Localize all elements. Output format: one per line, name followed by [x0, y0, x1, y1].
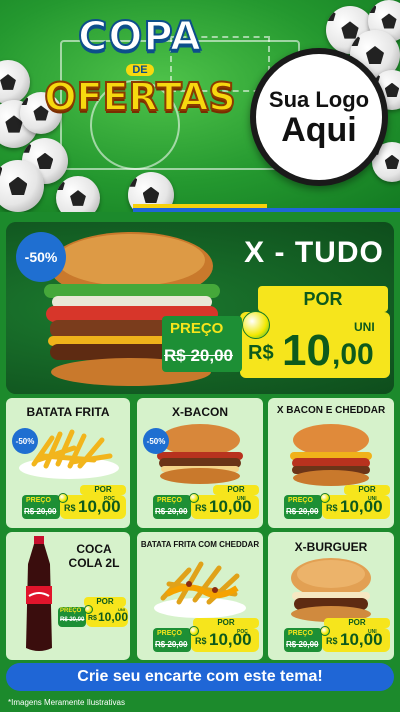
product-name: X-BACON [172, 405, 228, 419]
soccer-ball-icon [58, 493, 68, 503]
unit-label: POÇ [237, 629, 248, 635]
product-card[interactable]: X-BACON -50% POR PREÇO R$ 20,00 R$ 10,00… [137, 398, 263, 528]
preco-label: PREÇO [26, 497, 51, 504]
burger-image [290, 424, 372, 486]
product-name-line2: COLA 2L [68, 556, 120, 570]
hero-unit-label: UNI [354, 320, 375, 334]
currency: R$ [64, 503, 76, 513]
currency: R$ [195, 636, 207, 646]
product-name: X BACON E CHEDDAR [276, 405, 386, 416]
burger-image [291, 558, 371, 622]
title-ofertas: OFERTAS [43, 75, 237, 119]
old-price: R$ 20,00 [286, 640, 319, 649]
soccer-ball-icon [56, 176, 100, 212]
create-flyer-button[interactable]: Crie seu encarte com este tema! [6, 663, 394, 691]
hero-new-price-dec: ,00 [332, 338, 374, 371]
old-price: R$ 20,00 [60, 617, 85, 623]
product-name: BATATA FRITA COM CHEDDAR [140, 540, 260, 549]
discount-badge: -50% [16, 232, 66, 282]
disclaimer-text: *Imagens Meramente Ilustrativas [8, 698, 125, 707]
soccer-ball-icon [189, 626, 199, 636]
soda-bottle-image [26, 536, 52, 651]
preco-label: PREÇO [288, 630, 313, 637]
preco-label: PREÇO [288, 497, 313, 504]
por-label: POR [213, 485, 259, 495]
old-price: R$ 20,00 [155, 640, 188, 649]
currency: R$ [326, 503, 338, 513]
product-name: BATATA FRITA [26, 405, 110, 419]
hero-new-price-int: 10 [282, 326, 331, 375]
product-name-line1: COCA [76, 542, 112, 556]
unit-label: UNI [368, 496, 377, 502]
product-card[interactable]: COCA COLA 2L POR PREÇO R$ 20,00 R$ 10,00… [6, 532, 130, 660]
soccer-ball-icon [84, 605, 93, 614]
old-price: R$ 20,00 [286, 507, 319, 516]
preco-label: PREÇO [60, 608, 82, 614]
soccer-ball-icon [189, 493, 199, 503]
logo-text-line2: Aqui [281, 111, 357, 149]
copa-de-ofertas-title: COPA DE OFERTAS [40, 13, 240, 134]
product-card[interactable]: X BACON E CHEDDAR POR PREÇO R$ 20,00 R$ … [268, 398, 394, 528]
cheddar-fries-image [154, 561, 246, 618]
old-price: R$ 20,00 [155, 507, 188, 516]
currency: R$ [195, 503, 207, 513]
logo-placeholder[interactable]: Sua Logo Aqui [250, 48, 388, 186]
currency: R$ [88, 615, 97, 622]
soccer-ball-icon [320, 626, 330, 636]
unit-label: UNI [237, 496, 246, 502]
por-label: POR [324, 618, 390, 628]
por-label: POR [80, 485, 126, 495]
soccer-ball-icon [242, 311, 270, 339]
hero-old-price: R$ 20,00 [164, 346, 233, 365]
unit-label: UNI [118, 607, 125, 612]
hero-currency: R$ [248, 342, 274, 364]
product-card[interactable]: BATATA FRITA COM CHEDDAR POR PREÇO R$ 20… [137, 532, 263, 660]
title-copa: COPA [77, 13, 202, 61]
discount-badge: -50% [143, 428, 169, 454]
currency: R$ [326, 636, 338, 646]
hero-product-name: X - TUDO [244, 236, 384, 269]
soccer-ball-icon [0, 160, 44, 212]
product-card[interactable]: BATATA FRITA -50% POR PREÇO R$ 20,00 R$ … [6, 398, 130, 528]
new-price: 10,00 [98, 610, 129, 624]
preco-label: PREÇO [157, 497, 182, 504]
stripe-blue [133, 208, 267, 212]
hero-por-label: POR [258, 286, 388, 312]
unit-label: POÇ [104, 496, 115, 502]
product-card[interactable]: X-BURGUER POR PREÇO R$ 20,00 R$ 10,00 UN… [268, 532, 394, 660]
old-price: R$ 20,00 [24, 507, 57, 516]
product-name: X-BURGUER [294, 540, 368, 554]
por-label: POR [344, 485, 390, 495]
por-label: POR [193, 618, 259, 628]
header-banner: COPA DE OFERTAS Sua Logo Aqui [0, 0, 400, 212]
discount-badge: -50% [12, 428, 38, 454]
hero-preco-label: PREÇO [170, 320, 224, 337]
stripe-blue-right [267, 208, 400, 212]
unit-label: UNI [368, 629, 377, 635]
soccer-ball-icon [320, 493, 330, 503]
preco-label: PREÇO [157, 630, 182, 637]
logo-text-line1: Sua Logo [268, 87, 370, 112]
